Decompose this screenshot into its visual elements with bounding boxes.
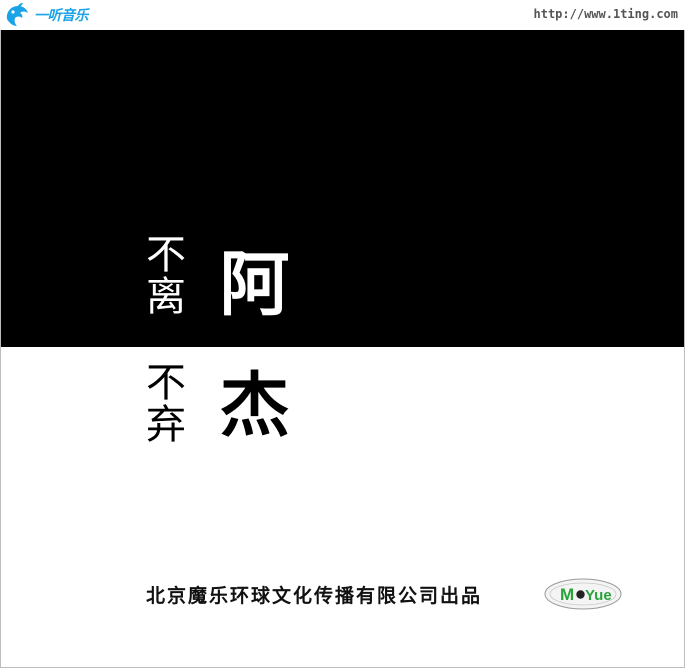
dolphin-icon [6, 3, 28, 26]
top-bar: 一听音乐 http://www.1ting.com [0, 0, 685, 30]
black-band [1, 30, 684, 347]
artist-name-lower: 杰 [208, 368, 290, 438]
svg-text:Yue: Yue [585, 587, 612, 604]
moyue-logo: M Yue [543, 577, 623, 611]
site-logo-link[interactable]: 一听音乐 [4, 2, 89, 28]
album-title-lower: 不弃 [139, 361, 185, 445]
site-name: 一听音乐 [34, 8, 89, 24]
publisher-credit: 北京魔乐环球文化传播有限公司出品 [146, 585, 483, 607]
svg-text:M: M [560, 585, 574, 604]
album-title-upper: 不离 [139, 233, 185, 317]
artist-name-upper: 阿 [208, 247, 290, 317]
site-url-link[interactable]: http://www.1ting.com [534, 7, 679, 21]
